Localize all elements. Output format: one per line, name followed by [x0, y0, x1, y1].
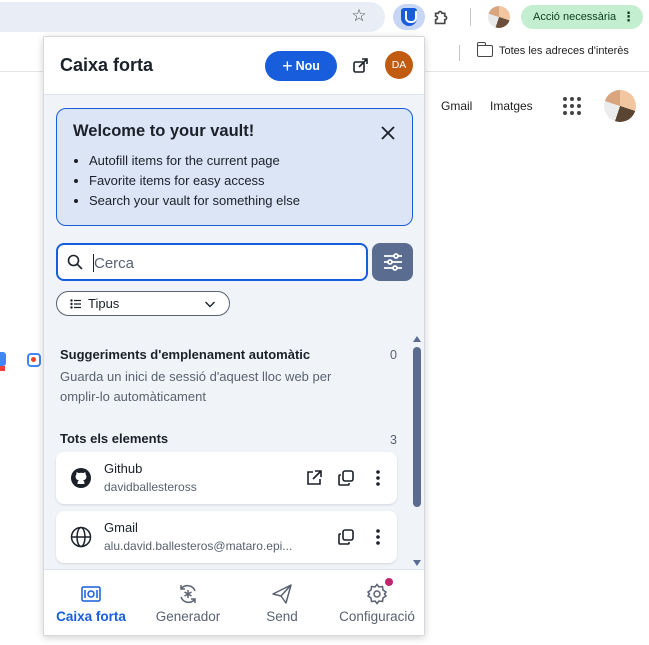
plus-icon: + — [282, 56, 293, 76]
account-avatar[interactable]: DA — [385, 51, 413, 79]
notification-dot — [385, 578, 393, 586]
welcome-bullet: Favorite items for easy access — [89, 171, 300, 191]
browser-menu-icon[interactable]: ⋮ — [622, 5, 635, 29]
list-icon — [70, 299, 81, 309]
all-items-section-title: Tots els elements — [60, 431, 169, 446]
toolbar-divider — [470, 8, 471, 26]
popup-header: Caixa forta + Nou DA — [44, 37, 424, 95]
type-filter-dropdown[interactable]: Tipus — [56, 291, 230, 316]
search-input[interactable] — [94, 251, 354, 275]
generator-icon — [180, 585, 196, 603]
type-filter-label: Tipus — [88, 296, 120, 311]
scroll-down-arrow-icon[interactable] — [413, 560, 421, 566]
scroll-up-arrow-icon[interactable] — [413, 336, 421, 342]
new-item-label: Nou — [295, 59, 320, 73]
vault-item-gmail[interactable]: Gmail alu.david.ballesteros@mataro.epi..… — [56, 511, 397, 563]
bottom-navigation: Caixa forta Generador Send Configuració — [44, 569, 424, 635]
action-needed-button[interactable]: Acció necessària ⋮ — [521, 5, 643, 29]
more-options-icon[interactable] — [369, 469, 387, 487]
chevron-down-icon — [205, 301, 215, 308]
item-name: Github — [104, 461, 143, 476]
vault-icon — [81, 586, 101, 602]
google-lens-icon[interactable] — [27, 353, 41, 367]
action-needed-label: Acció necessària — [533, 11, 617, 23]
search-box — [56, 243, 368, 281]
folder-icon — [476, 42, 493, 57]
extensions-puzzle-icon[interactable] — [431, 6, 453, 28]
nav-vault[interactable]: Caixa forta — [50, 570, 132, 636]
copy-icon[interactable] — [337, 528, 355, 546]
search-icon — [67, 254, 83, 270]
settings-icon — [366, 583, 388, 605]
send-icon — [272, 584, 292, 604]
popup-title: Caixa forta — [60, 55, 154, 75]
images-link[interactable]: Imatges — [490, 99, 533, 113]
welcome-banner: Welcome to your vault! Autofill items fo… — [56, 108, 413, 226]
item-username: alu.david.ballesteros@mataro.epi... — [104, 539, 293, 553]
gmail-link[interactable]: Gmail — [441, 99, 472, 113]
bitwarden-extension-icon[interactable] — [393, 4, 425, 30]
nav-vault-label: Caixa forta — [56, 609, 126, 624]
nav-generator[interactable]: Generador — [143, 570, 233, 636]
more-options-icon[interactable] — [369, 528, 387, 546]
copy-icon[interactable] — [337, 469, 355, 487]
voice-search-icon[interactable] — [0, 352, 6, 371]
profile-avatar[interactable] — [488, 6, 510, 28]
all-bookmarks-label: Totes les adreces d'interès — [499, 45, 629, 57]
list-scrollbar[interactable] — [413, 336, 421, 566]
nav-send[interactable]: Send — [254, 570, 310, 636]
google-account-avatar[interactable] — [604, 90, 636, 122]
nav-send-label: Send — [266, 609, 298, 624]
welcome-bullet: Search your vault for something else — [89, 191, 300, 211]
nav-generator-label: Generador — [155, 609, 221, 624]
autofill-count: 0 — [390, 348, 397, 362]
welcome-list: Autofill items for the current page Favo… — [89, 151, 300, 211]
address-bar[interactable] — [0, 2, 385, 32]
bookmarks-divider — [459, 45, 460, 61]
item-username: davidballesteross — [104, 480, 197, 494]
bookmark-star-icon[interactable]: ☆ — [349, 6, 369, 26]
autofill-section-title: Suggeriments d'emplenament automàtic — [60, 347, 311, 362]
all-items-count: 3 — [390, 433, 397, 447]
nav-settings-label: Configuració — [339, 609, 415, 624]
filter-options-button[interactable] — [372, 243, 413, 281]
github-icon — [71, 468, 91, 488]
bitwarden-popup: Caixa forta + Nou DA Welcome to your vau… — [43, 36, 425, 636]
sliders-icon — [383, 253, 402, 271]
google-apps-icon[interactable] — [563, 97, 581, 115]
launch-icon[interactable] — [305, 469, 323, 487]
browser-toolbar: ☆ Acció necessària ⋮ — [0, 0, 649, 34]
item-name: Gmail — [104, 520, 138, 535]
popout-icon[interactable] — [352, 57, 370, 75]
welcome-bullet: Autofill items for the current page — [89, 151, 300, 171]
vault-item-github[interactable]: Github davidballesteross — [56, 452, 397, 504]
all-bookmarks-folder[interactable]: Totes les adreces d'interès — [476, 42, 629, 57]
autofill-description: Guarda un inici de sessió d'aquest lloc … — [60, 369, 332, 404]
scrollbar-thumb[interactable] — [413, 347, 421, 507]
nav-settings[interactable]: Configuració — [333, 570, 421, 636]
close-icon[interactable] — [378, 123, 398, 143]
welcome-title: Welcome to your vault! — [73, 122, 255, 140]
new-item-button[interactable]: + Nou — [265, 51, 337, 81]
globe-icon — [70, 526, 92, 548]
